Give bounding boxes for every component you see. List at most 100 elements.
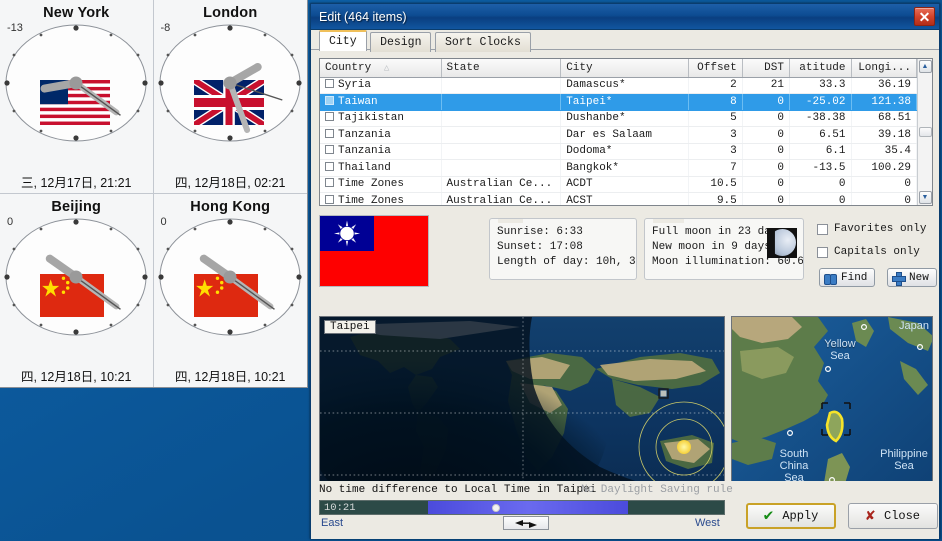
new-label: New: [909, 271, 929, 284]
clock-face: [154, 216, 306, 338]
moon-info-group: Moon Full moon in 23 days New moon in 9 …: [644, 218, 804, 280]
slider-daylight-range: [428, 501, 628, 514]
cell-country: Syria: [320, 77, 442, 94]
cell-state: [441, 159, 562, 177]
column-header-city[interactable]: City: [560, 59, 690, 78]
clock-face: [0, 22, 152, 144]
favorites-only-label: Favorites only: [834, 223, 927, 235]
slider-handle[interactable]: [492, 504, 500, 512]
country-flag: [319, 215, 429, 287]
tab-design[interactable]: Design: [370, 32, 432, 52]
binoculars-icon: [824, 272, 837, 285]
cell-longitude: 100.29: [851, 159, 917, 177]
cell-offset: 8: [688, 93, 743, 111]
column-header-state[interactable]: State: [441, 59, 562, 78]
table-row-selected[interactable]: Taiwan Taipei* 8 0 -25.02 121.38: [320, 93, 917, 111]
table-row[interactable]: Tanzania Dar es Salaam 3 0 6.51 39.18: [320, 126, 917, 144]
row-checkbox[interactable]: [325, 194, 334, 204]
clock-tile-hong-kong[interactable]: Hong Kong 0 四, 12月18日, 10:21: [153, 193, 307, 387]
sun-info-group: Sun Sunrise: 6:33 Sunset: 17:08 Length o…: [489, 218, 637, 280]
close-icon[interactable]: ✕: [914, 7, 935, 26]
column-header-country[interactable]: Country △: [320, 59, 442, 78]
sun-legend: Sun: [498, 219, 523, 223]
row-checkbox[interactable]: [325, 79, 334, 89]
slider-east-label: East: [321, 517, 344, 529]
close-button[interactable]: ✘ Close: [848, 503, 938, 529]
table-row[interactable]: Tanzania Dodoma* 3 0 6.1 35.4: [320, 143, 917, 160]
cell-latitude: 0: [789, 192, 852, 205]
favorites-only-checkbox[interactable]: Favorites only: [817, 223, 926, 235]
cell-country-label: Thailand: [338, 161, 391, 174]
world-map[interactable]: Taipei: [319, 316, 725, 508]
column-header-longitude[interactable]: Longi...: [851, 59, 917, 78]
clock-tile-beijing[interactable]: Beijing 0 四, 12月18日, 10:21: [0, 193, 154, 387]
scroll-up-icon[interactable]: ▲: [918, 60, 932, 73]
dialog-titlebar[interactable]: Edit (464 items) ✕: [311, 4, 939, 30]
table-header-row: Country △ State City Offset DST atitude …: [320, 59, 917, 78]
cell-longitude: 0: [851, 176, 917, 193]
column-header-offset[interactable]: Offset: [688, 59, 743, 78]
table-row[interactable]: Time Zones Australian Ce... ACDT 10.5 0 …: [320, 176, 917, 193]
row-checkbox[interactable]: [325, 112, 334, 122]
slider-time-label: 10:21: [324, 502, 356, 514]
slider-nudge-button[interactable]: [503, 516, 549, 530]
cell-city: Bangkok*: [560, 159, 690, 177]
city-table[interactable]: Country △ State City Offset DST atitude …: [319, 58, 933, 206]
clock-tile-new-york[interactable]: New York -13 三, 12月17日, 21:21: [0, 0, 154, 194]
left-right-arrow-icon: [515, 519, 537, 528]
svg-text:Sea: Sea: [830, 350, 850, 362]
table-vertical-scrollbar[interactable]: ▲ ▼: [917, 59, 932, 205]
cell-city: Dodoma*: [560, 143, 690, 160]
cell-city: Damascus*: [560, 77, 690, 94]
moon-phase-icon: [767, 228, 797, 258]
cell-state: [441, 77, 562, 94]
capitals-only-checkbox[interactable]: Capitals only: [817, 246, 920, 258]
row-checkbox[interactable]: [325, 178, 334, 188]
cell-dst: 0: [742, 192, 790, 205]
edit-dialog: Edit (464 items) ✕ City Design Sort Cloc…: [310, 3, 940, 539]
row-checkbox[interactable]: [325, 95, 334, 105]
cross-icon: ✘: [865, 507, 875, 525]
table-row[interactable]: Time Zones Australian Ce... ACST 9.5 0 0…: [320, 192, 917, 205]
cell-offset: 2: [688, 77, 743, 94]
checkbox-box[interactable]: [817, 223, 828, 235]
checkbox-box[interactable]: [817, 246, 828, 258]
column-header-dst[interactable]: DST: [742, 59, 790, 78]
daylight-slider[interactable]: 10:21: [319, 500, 725, 515]
svg-text:South: South: [780, 448, 809, 460]
cell-country: Tanzania: [320, 126, 442, 144]
row-checkbox[interactable]: [325, 145, 334, 155]
scroll-down-icon[interactable]: ▼: [918, 191, 932, 204]
scroll-thumb[interactable]: [918, 127, 932, 137]
find-button[interactable]: Find: [819, 268, 876, 287]
new-button[interactable]: New: [887, 268, 937, 287]
apply-label: Apply: [782, 509, 819, 523]
table-row[interactable]: Tajikistan Dushanbe* 5 0 -38.38 68.51: [320, 110, 917, 127]
plus-icon: [892, 271, 906, 286]
apply-button[interactable]: ✔ Apply: [746, 503, 836, 529]
tab-sort-clocks[interactable]: Sort Clocks: [434, 32, 531, 52]
clock-title: New York: [43, 5, 110, 21]
cell-latitude: 33.3: [789, 77, 852, 94]
cell-country: Taiwan: [320, 93, 442, 111]
row-checkbox[interactable]: [325, 161, 334, 171]
dialog-title: Edit (464 items): [319, 9, 407, 24]
row-checkbox[interactable]: [325, 128, 334, 138]
column-header-latitude[interactable]: atitude: [789, 59, 852, 78]
region-map[interactable]: Yellow Sea South China Sea Philippine Se…: [731, 316, 933, 508]
cell-offset: 3: [688, 143, 743, 160]
moon-legend: Moon: [653, 219, 685, 223]
table-row[interactable]: Thailand Bangkok* 7 0 -13.5 100.29: [320, 159, 917, 177]
clock-tile-london[interactable]: London -8 四, 12月18日, 02:21: [153, 0, 307, 194]
capitals-only-label: Capitals only: [834, 246, 920, 258]
clock-date: 三, 12月17日, 21:21: [21, 175, 132, 190]
cell-country-label: Time Zones: [338, 178, 405, 191]
cell-longitude: 121.38: [851, 93, 917, 111]
sort-ascending-icon: △: [383, 62, 390, 73]
tab-city[interactable]: City: [319, 30, 367, 51]
scroll-track[interactable]: [918, 73, 932, 191]
table-row[interactable]: Syria Damascus* 2 21 33.3 36.19: [320, 77, 917, 94]
cell-country: Time Zones: [320, 192, 442, 205]
cell-state: Australian Ce...: [441, 176, 562, 193]
clock-date: 四, 12月18日, 02:21: [175, 175, 286, 190]
